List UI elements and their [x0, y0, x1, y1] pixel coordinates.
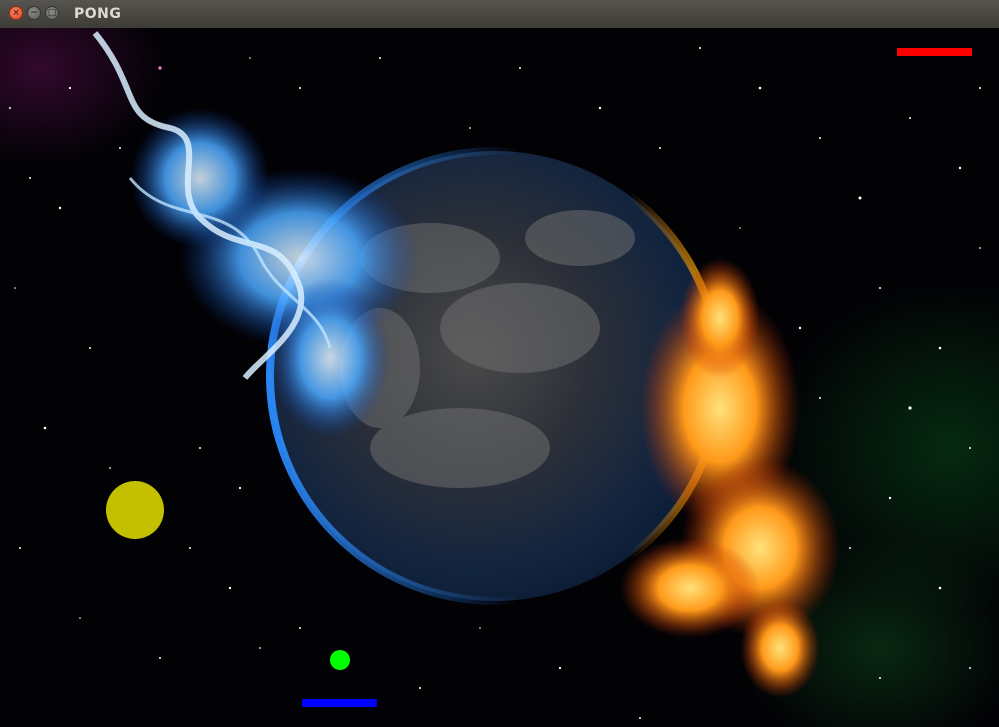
window-close-button[interactable]: × [9, 6, 23, 20]
window-maximize-button[interactable]: □ [45, 6, 59, 20]
game-canvas[interactable] [0, 28, 999, 727]
window-minimize-button[interactable]: − [27, 6, 41, 20]
earth-planet-background [92, 31, 840, 698]
window-titlebar[interactable]: × − □ PONG [0, 0, 999, 29]
bottom-paddle[interactable] [302, 699, 377, 707]
close-icon: × [12, 8, 20, 18]
ball [330, 650, 350, 670]
yellow-powerup-orb [106, 481, 164, 539]
minimize-icon: − [30, 8, 38, 18]
top-paddle[interactable] [897, 48, 972, 56]
window-title: PONG [74, 6, 122, 22]
maximize-icon: □ [47, 8, 57, 18]
